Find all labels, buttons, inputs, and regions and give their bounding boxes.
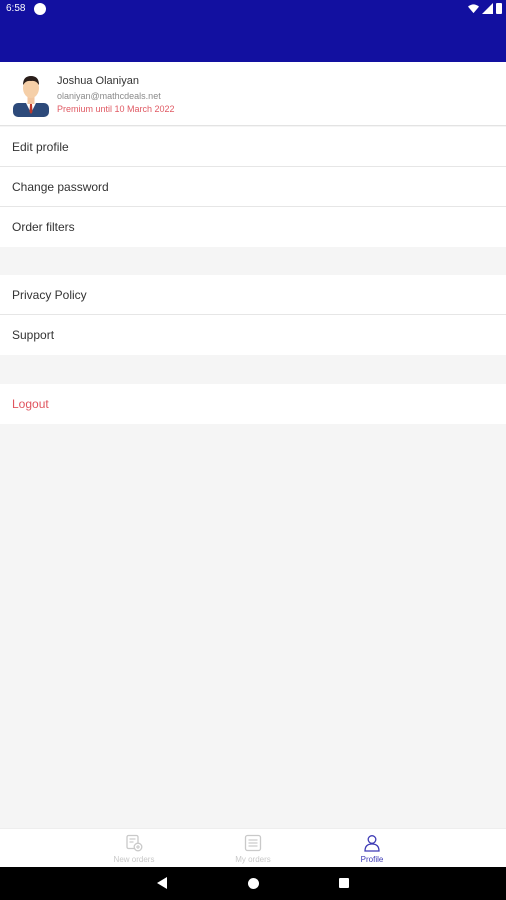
account-menu: Edit profile Change password Order filte… <box>0 127 506 247</box>
nav-profile[interactable]: Profile <box>332 829 412 868</box>
edit-profile-item[interactable]: Edit profile <box>0 127 506 167</box>
order-filters-item[interactable]: Order filters <box>0 207 506 247</box>
new-orders-icon <box>126 834 143 852</box>
privacy-policy-item[interactable]: Privacy Policy <box>0 275 506 315</box>
nav-new-orders-label: New orders <box>113 855 155 864</box>
back-icon[interactable] <box>157 877 167 889</box>
status-time: 6:58 <box>6 3 26 14</box>
premium-status: Premium until 10 March 2022 <box>57 104 175 114</box>
logout-menu: Logout <box>0 384 506 424</box>
status-bar: 6:58 <box>0 0 506 18</box>
change-password-item[interactable]: Change password <box>0 167 506 207</box>
app-bar <box>0 18 506 62</box>
logout-item[interactable]: Logout <box>0 384 506 424</box>
nav-my-orders-label: My orders <box>235 855 271 864</box>
user-email: olaniyan@mathcdeals.net <box>57 91 161 101</box>
app-notification-icon <box>34 3 46 15</box>
bottom-nav: New orders My orders Profile <box>0 828 506 867</box>
wifi-icon <box>468 4 479 14</box>
user-name: Joshua Olaniyan <box>57 75 139 87</box>
nav-profile-label: Profile <box>360 855 384 864</box>
home-icon[interactable] <box>248 878 259 889</box>
system-nav-bar <box>0 867 506 900</box>
profile-card: Joshua Olaniyan olaniyan@mathcdeals.net … <box>0 62 506 126</box>
list-icon <box>244 834 262 852</box>
nav-new-orders[interactable]: New orders <box>94 829 174 868</box>
person-icon <box>364 835 380 852</box>
signal-icon <box>482 3 493 14</box>
support-item[interactable]: Support <box>0 315 506 355</box>
battery-icon <box>496 3 502 14</box>
recent-apps-icon[interactable] <box>339 878 349 888</box>
nav-my-orders[interactable]: My orders <box>213 829 293 868</box>
info-menu: Privacy Policy Support <box>0 275 506 355</box>
status-indicators <box>468 3 502 14</box>
avatar <box>13 76 49 117</box>
